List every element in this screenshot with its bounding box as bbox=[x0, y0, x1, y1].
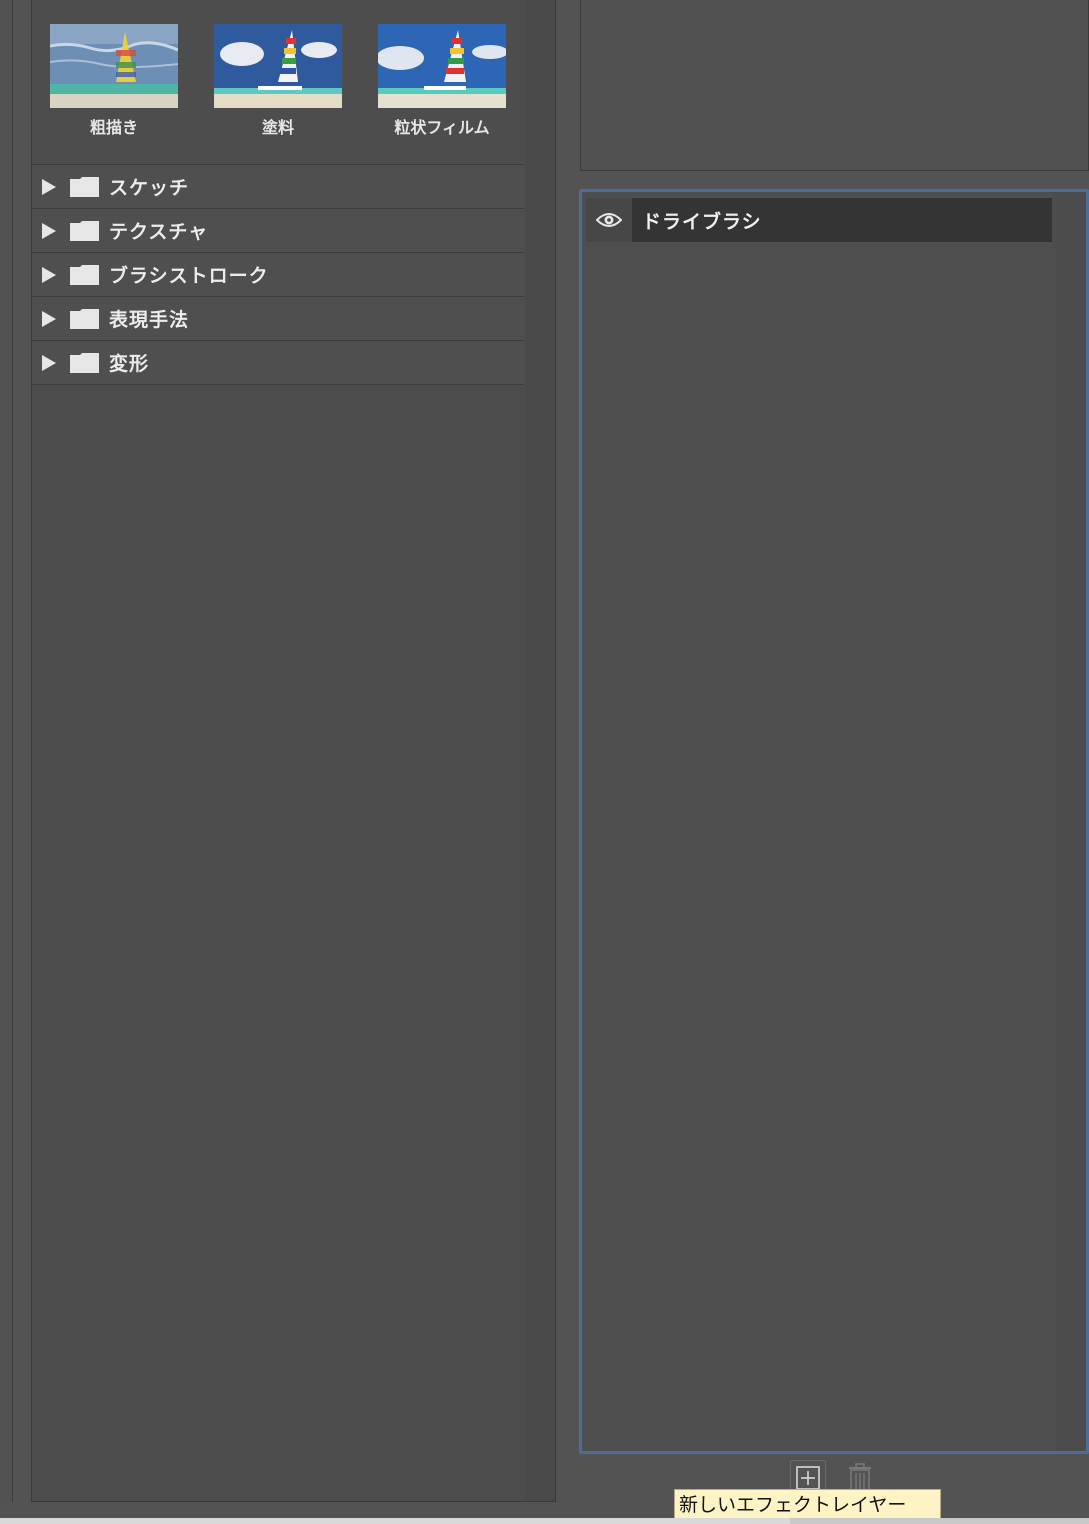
category-label: ブラシストローク bbox=[109, 265, 269, 287]
effect-layers-scrollbar-track[interactable] bbox=[1056, 192, 1086, 1451]
visibility-toggle[interactable] bbox=[586, 198, 632, 242]
expand-arrow-icon[interactable] bbox=[42, 310, 56, 327]
thumbnail-image-paint bbox=[214, 24, 342, 108]
category-item-distort[interactable]: 変形 bbox=[32, 340, 524, 385]
expand-arrow-icon[interactable] bbox=[42, 354, 56, 371]
category-label: テクスチャ bbox=[109, 221, 209, 243]
expand-arrow-icon[interactable] bbox=[42, 222, 56, 239]
thumbnail-label: 粗描き bbox=[89, 118, 138, 137]
thumbnail-label: 塗料 bbox=[261, 118, 294, 137]
gallery-scrollbar-track[interactable] bbox=[525, 0, 555, 1501]
category-label: 変形 bbox=[109, 353, 150, 375]
effect-layers-panel: ドライブラシ bbox=[579, 189, 1089, 1454]
thumbnail-item-paint[interactable]: 塗料 bbox=[214, 24, 342, 138]
filter-gallery-panel: 粗描き 塗料 粒状フィルム スケッチ テクスチャ ブラシストローク 表現手法 変… bbox=[31, 0, 556, 1502]
category-item-brush-strokes[interactable]: ブラシストローク bbox=[32, 252, 524, 296]
folder-icon bbox=[70, 308, 99, 329]
thumbnail-image-rough bbox=[50, 24, 178, 108]
expand-arrow-icon[interactable] bbox=[42, 266, 56, 283]
category-item-stylize[interactable]: 表現手法 bbox=[32, 296, 524, 340]
settings-panel bbox=[580, 0, 1089, 171]
folder-icon bbox=[70, 352, 99, 373]
bottom-edge bbox=[0, 1518, 1089, 1524]
effect-layer-name: ドライブラシ bbox=[632, 198, 1052, 242]
plus-square-icon bbox=[796, 1466, 820, 1490]
thumbnail-label: 粒状フィルム bbox=[394, 118, 490, 137]
tooltip: 新しいエフェクトレイヤー bbox=[674, 1489, 941, 1519]
thumbnail-item-rough[interactable]: 粗描き bbox=[50, 24, 178, 138]
thumbnail-item-film-grain[interactable]: 粒状フィルム bbox=[378, 24, 506, 138]
eye-icon bbox=[596, 213, 622, 227]
category-item-sketch[interactable]: スケッチ bbox=[32, 164, 524, 208]
category-label: スケッチ bbox=[109, 177, 190, 199]
filter-category-list: スケッチ テクスチャ ブラシストローク 表現手法 変形 bbox=[32, 164, 524, 385]
category-item-texture[interactable]: テクスチャ bbox=[32, 208, 524, 252]
folder-icon bbox=[70, 176, 99, 197]
bottom-edge-segment bbox=[0, 1518, 790, 1524]
expand-arrow-icon[interactable] bbox=[42, 178, 56, 195]
folder-icon bbox=[70, 264, 99, 285]
left-edge-panel bbox=[0, 0, 13, 1502]
folder-icon bbox=[70, 220, 99, 241]
thumbnail-image-film-grain bbox=[378, 24, 506, 108]
category-label: 表現手法 bbox=[109, 309, 190, 331]
effect-layer-row[interactable]: ドライブラシ bbox=[586, 198, 1052, 242]
